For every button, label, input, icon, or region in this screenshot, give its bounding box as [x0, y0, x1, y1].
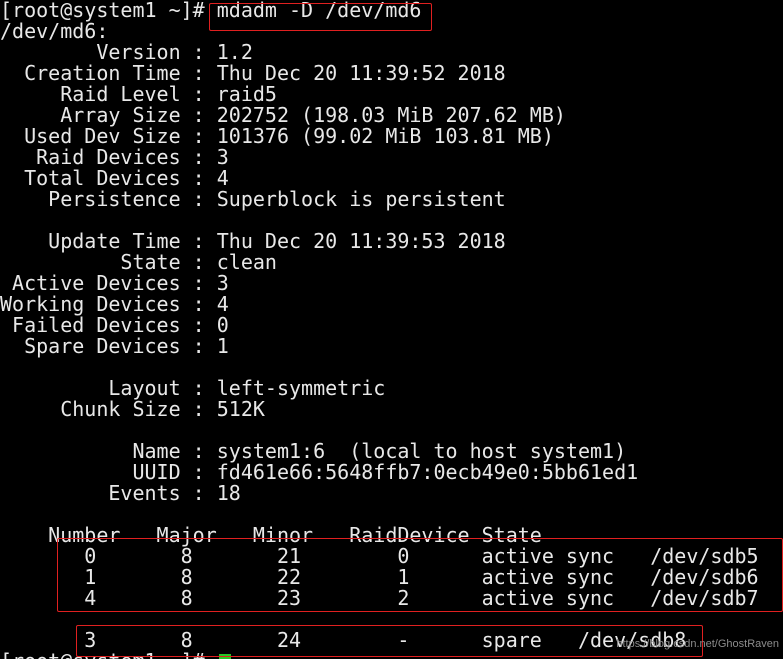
detail-line: Array Size : 202752 (198.03 MiB 207.62 M…: [0, 103, 566, 127]
detail-line: Name : system1:6 (local to host system1): [0, 439, 627, 463]
device-row: 4 8 23 2 active sync /dev/sdb7: [0, 586, 759, 610]
spare-device-row: 3 8 24 - spare /dev/sdb8: [0, 628, 687, 652]
detail-line: Persistence : Superblock is persistent: [0, 187, 506, 211]
detail-line: State : clean: [0, 250, 277, 274]
prompt: [root@system1 ~]#: [0, 649, 217, 659]
device-row: 0 8 21 0 active sync /dev/sdb5: [0, 544, 759, 568]
device-table-header: Number Major Minor RaidDevice State: [0, 523, 542, 547]
detail-line: Raid Level : raid5: [0, 82, 277, 106]
detail-line: Spare Devices : 1: [0, 334, 229, 358]
detail-line: Creation Time : Thu Dec 20 11:39:52 2018: [0, 61, 506, 85]
detail-line: Used Dev Size : 101376 (99.02 MiB 103.81…: [0, 124, 554, 148]
detail-line: Failed Devices : 0: [0, 313, 229, 337]
command-text: mdadm -D /dev/md6: [216, 0, 422, 22]
detail-line: Raid Devices : 3: [0, 145, 229, 169]
detail-line: Chunk Size : 512K: [0, 397, 265, 421]
prompt-line[interactable]: [root@system1 ~]#: [0, 651, 231, 659]
detail-line: Update Time : Thu Dec 20 11:39:53 2018: [0, 229, 506, 253]
cursor: [218, 654, 231, 659]
detail-line: Version : 1.2: [0, 40, 253, 64]
device-heading: /dev/md6:: [0, 19, 109, 43]
detail-line: Events : 18: [0, 481, 241, 505]
device-row: 1 8 22 1 active sync /dev/sdb6: [0, 565, 759, 589]
detail-line: Active Devices : 3: [0, 271, 229, 295]
watermark: https://blog.csdn.net/GhostRaven: [616, 638, 779, 650]
detail-line: UUID : fd461e66:5648ffb7:0ecb49e0:5bb61e…: [0, 460, 639, 484]
detail-line: Working Devices : 4: [0, 292, 229, 316]
detail-line: Layout : left-symmetric: [0, 376, 386, 400]
terminal-window[interactable]: [root@system1 ~]# mdadm -D /dev/md6 /dev…: [0, 0, 783, 659]
command-line: [root@system1 ~]# mdadm -D /dev/md6: [0, 0, 421, 21]
detail-line: Total Devices : 4: [0, 166, 229, 190]
